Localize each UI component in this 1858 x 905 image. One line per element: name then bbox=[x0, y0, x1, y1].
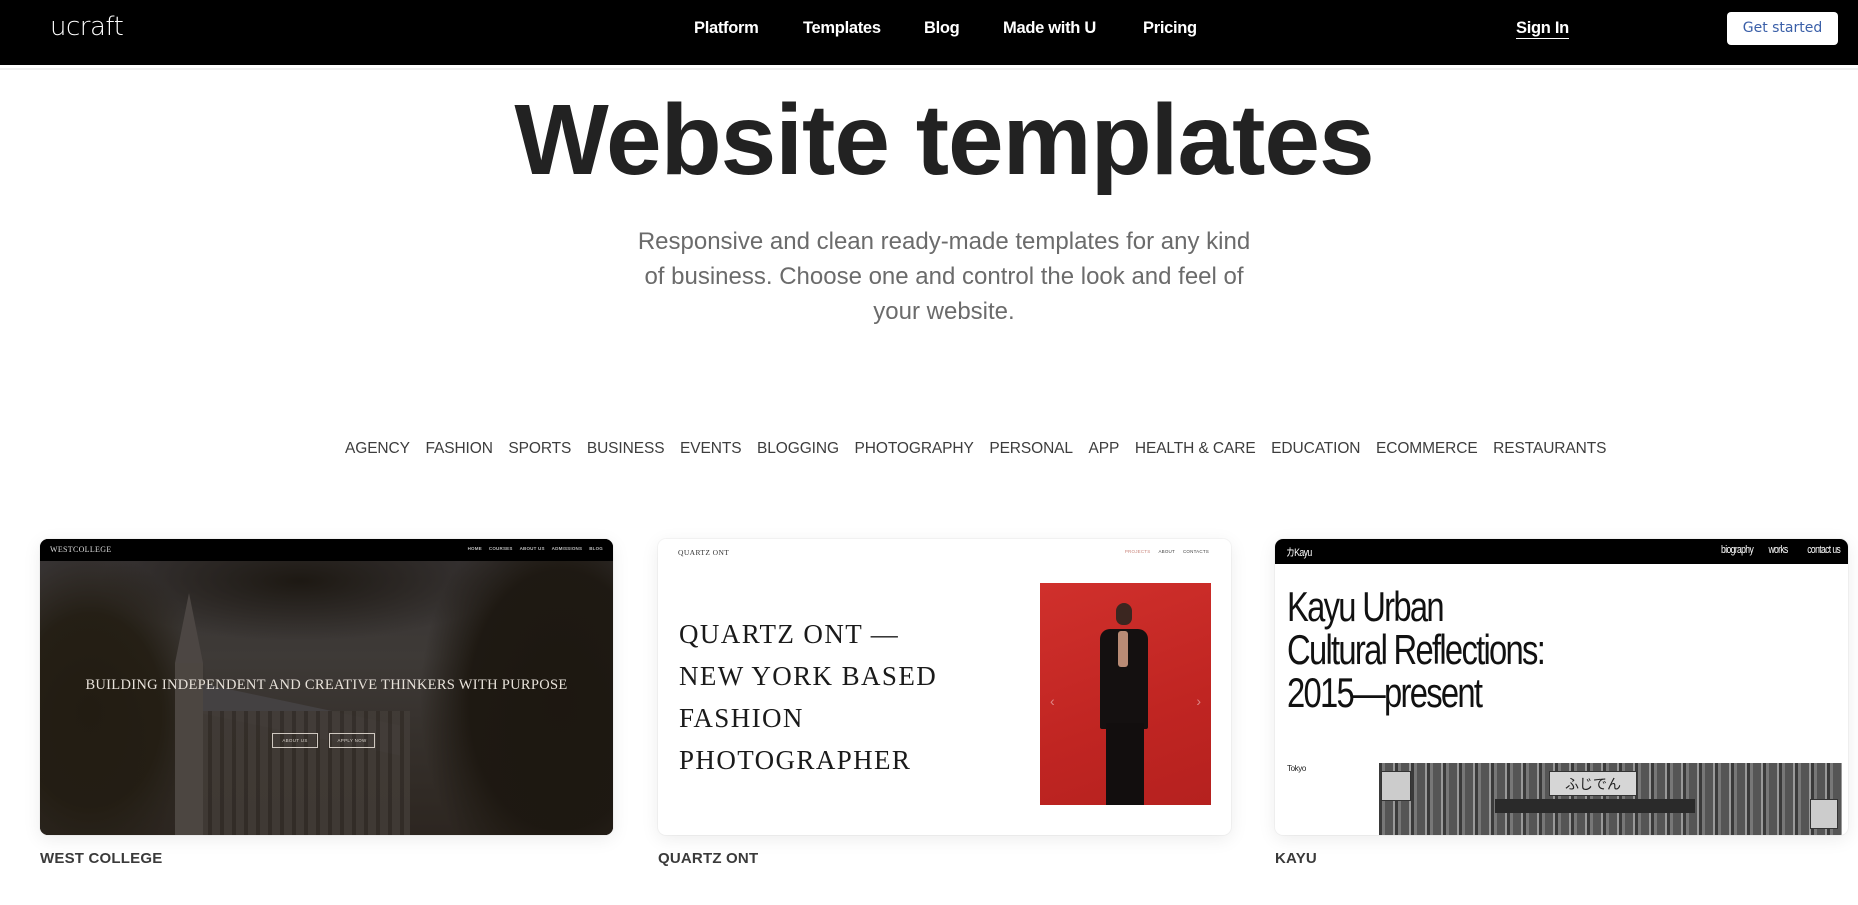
preview-menu-item: ABOUT bbox=[1158, 549, 1175, 554]
category-app[interactable]: APP bbox=[1089, 440, 1120, 458]
preview-buttons: ABOUT US APPLY NOW bbox=[272, 733, 375, 748]
preview-headline: BUILDING INDEPENDENT AND CREATIVE THINKE… bbox=[85, 677, 568, 693]
window-pane bbox=[1810, 799, 1838, 829]
preview-menu-item: HOME bbox=[467, 546, 482, 551]
preview-menu-item: ABOUT US bbox=[519, 546, 545, 551]
category-filter-bar: AGENCY FASHION SPORTS BUSINESS EVENTS BL… bbox=[345, 440, 1622, 458]
top-navbar: ucraft Platform Templates Blog Made with… bbox=[0, 0, 1858, 65]
preview-menu-item: PROJECTS bbox=[1124, 549, 1151, 554]
template-name-kayu[interactable]: KAYU bbox=[1275, 850, 1317, 867]
chest-shape bbox=[1118, 631, 1128, 667]
trousers-shape bbox=[1106, 723, 1144, 805]
preview-menu-item: biography bbox=[1721, 544, 1754, 556]
category-health-care[interactable]: HEALTH & CARE bbox=[1135, 440, 1256, 458]
preview-menu-item: contact us bbox=[1807, 544, 1840, 556]
ucraft-logo[interactable]: ucraft bbox=[50, 12, 124, 42]
category-education[interactable]: EDUCATION bbox=[1271, 440, 1360, 458]
preview-apply-button: APPLY NOW bbox=[329, 733, 375, 748]
preview-headline: Kayu Urban Cultural Reflections: 2015—pr… bbox=[1287, 583, 1546, 716]
nav-link-platform[interactable]: Platform bbox=[694, 19, 759, 38]
preview-menu-item: CONTACTS bbox=[1182, 549, 1209, 554]
nav-link-made-with-u[interactable]: Made with U bbox=[1003, 19, 1096, 38]
photo-overlay bbox=[40, 561, 613, 835]
model-portrait-photo: ‹ › bbox=[1040, 583, 1211, 805]
category-fashion[interactable]: FASHION bbox=[425, 440, 492, 458]
roof-eave bbox=[1495, 799, 1695, 813]
preview-about-button: ABOUT US bbox=[272, 733, 318, 748]
chevron-left-icon: ‹ bbox=[1050, 693, 1055, 709]
preview-menu: HOME COURSES ABOUT US ADMISSIONS BLOG bbox=[468, 546, 603, 551]
page-title: Website templates bbox=[514, 84, 1374, 196]
preview-logo: WESTCOLLEGE bbox=[50, 545, 112, 554]
preview-logo: QUARTZ ONT bbox=[678, 548, 730, 557]
category-personal[interactable]: PERSONAL bbox=[989, 440, 1073, 458]
page-subtitle: Responsive and clean ready-made template… bbox=[637, 228, 1251, 325]
category-business[interactable]: BUSINESS bbox=[587, 440, 665, 458]
preview-menu-item: BLOG bbox=[589, 546, 603, 551]
navbar-divider bbox=[0, 68, 1858, 70]
category-blogging[interactable]: BLOGGING bbox=[757, 440, 839, 458]
template-card-kayu[interactable]: カKayu biography works contact us Kayu Ur… bbox=[1275, 539, 1848, 835]
category-restaurants[interactable]: RESTAURANTS bbox=[1493, 440, 1606, 458]
nav-link-templates[interactable]: Templates bbox=[803, 19, 881, 38]
preview-menu-item: ADMISSIONS bbox=[551, 546, 583, 551]
shop-sign: ふじでん bbox=[1549, 771, 1637, 796]
model-figure bbox=[1094, 603, 1158, 805]
preview-menu-item: works bbox=[1768, 544, 1789, 556]
preview-headline: QUARTZ ONT — NEW YORK BASED FASHION PHOT… bbox=[679, 619, 938, 775]
preview-menu: PROJECTS ABOUT CONTACTS bbox=[1125, 549, 1209, 554]
head-shape bbox=[1116, 603, 1132, 625]
preview-navbar: カKayu biography works contact us bbox=[1275, 539, 1848, 564]
sign-in-link[interactable]: Sign In bbox=[1516, 19, 1569, 39]
nav-link-pricing[interactable]: Pricing bbox=[1143, 19, 1197, 38]
preview-logo: カKayu bbox=[1286, 547, 1312, 559]
get-started-button[interactable]: Get started bbox=[1727, 12, 1838, 45]
category-photography[interactable]: PHOTOGRAPHY bbox=[855, 440, 974, 458]
preview-menu: biography works contact us bbox=[1712, 544, 1841, 556]
category-events[interactable]: EVENTS bbox=[680, 440, 742, 458]
category-ecommerce[interactable]: ECOMMERCE bbox=[1376, 440, 1478, 458]
nav-link-blog[interactable]: Blog bbox=[924, 19, 960, 38]
template-name-west-college[interactable]: WEST COLLEGE bbox=[40, 850, 162, 867]
category-sports[interactable]: SPORTS bbox=[508, 440, 571, 458]
chevron-right-icon: › bbox=[1196, 693, 1201, 709]
preview-caption: Tokyo bbox=[1287, 764, 1306, 773]
window-pane bbox=[1381, 771, 1411, 801]
tokyo-storefront-photo: ふじでん bbox=[1379, 763, 1842, 835]
template-name-quartz-ont[interactable]: QUARTZ ONT bbox=[658, 850, 758, 867]
template-card-quartz-ont[interactable]: QUARTZ ONT PROJECTS ABOUT CONTACTS QUART… bbox=[658, 539, 1231, 835]
template-card-west-college[interactable]: WESTCOLLEGE HOME COURSES ABOUT US ADMISS… bbox=[40, 539, 613, 835]
preview-menu-item: COURSES bbox=[488, 546, 513, 551]
category-agency[interactable]: AGENCY bbox=[345, 440, 410, 458]
preview-navbar: WESTCOLLEGE HOME COURSES ABOUT US ADMISS… bbox=[40, 539, 613, 561]
